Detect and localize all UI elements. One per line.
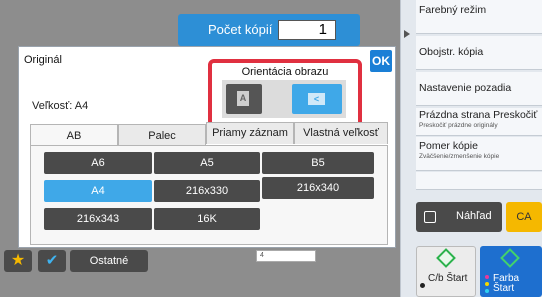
menu-item-sublabel: Zväčšenie/zmenšenie kópie (419, 153, 500, 160)
menu-item-label: Farebný režim (419, 4, 487, 16)
preview-label: Náhľad (456, 210, 492, 222)
favorite-star-icon[interactable]: ★ (4, 250, 32, 272)
menu-item-label: Prázdna strana Preskočiť (419, 109, 538, 121)
color-dot-yellow (485, 282, 489, 286)
color-dot-magenta (485, 275, 489, 279)
menu-item-empty (416, 172, 542, 190)
tab-custom-size[interactable]: Vlastná veľkosť (294, 122, 388, 144)
color-start-label: Farba Štart (493, 273, 520, 294)
copies-input[interactable]: 1 (278, 20, 336, 40)
color-dot-cyan (485, 289, 489, 293)
ok-button[interactable]: OK (370, 50, 392, 72)
paper-size-button-16k[interactable]: 16K (154, 208, 260, 230)
menu-item-color-mode[interactable]: Farebný režim (416, 0, 542, 34)
paper-size-button-a4[interactable]: A4 (44, 180, 152, 202)
menu-item-blank-page-skip[interactable]: Prázdna strana Preskočiť Preskočiť prázd… (416, 108, 542, 136)
tab-inch[interactable]: Palec (118, 124, 206, 146)
clear-all-button[interactable]: CA (506, 202, 542, 232)
preview-icon (424, 211, 436, 223)
menu-item-sublabel: Preskočiť prázdne originály (419, 122, 498, 129)
paper-size-button-a5[interactable]: A5 (154, 152, 260, 174)
check-icon[interactable]: ✔ (38, 250, 66, 272)
paper-size-button-216x343[interactable]: 216x343 (44, 208, 152, 230)
bw-start-label: C/b Štart (428, 273, 468, 284)
menu-item-label: Obojstr. kópia (419, 46, 484, 58)
landscape-icon: < (308, 93, 325, 105)
menu-item-copy-ratio[interactable]: Pomer kópie Zväčšenie/zmenšenie kópie (416, 137, 542, 171)
menu-item-label: Nastavenie pozadia (419, 82, 512, 94)
tab-direct-entry[interactable]: Priamy záznam (206, 122, 294, 144)
size-label: Veľkosť: A4 (32, 100, 89, 112)
portrait-icon: A (237, 91, 249, 106)
menu-item-duplex-copy[interactable]: Obojstr. kópia (416, 36, 542, 70)
menu-item-background-setting[interactable]: Nastavenie pozadia (416, 72, 542, 106)
copies-label: Počet kópií (208, 22, 273, 37)
dialog-title: Originál (24, 54, 62, 66)
paper-size-button-216x330[interactable]: 216x330 (154, 180, 260, 202)
bottom-small-field: 4 (256, 250, 316, 262)
others-button[interactable]: Ostatné (70, 250, 148, 272)
paper-size-button-a6[interactable]: A6 (44, 152, 152, 174)
orientation-label: Orientácia obrazu (241, 66, 329, 78)
tab-ab[interactable]: AB (30, 124, 118, 146)
menu-item-label: Pomer kópie (419, 140, 478, 152)
paper-size-button-216x340[interactable]: 216x340 (262, 177, 374, 199)
paper-size-button-b5[interactable]: B5 (262, 152, 374, 174)
expand-arrow-icon[interactable] (404, 30, 410, 38)
